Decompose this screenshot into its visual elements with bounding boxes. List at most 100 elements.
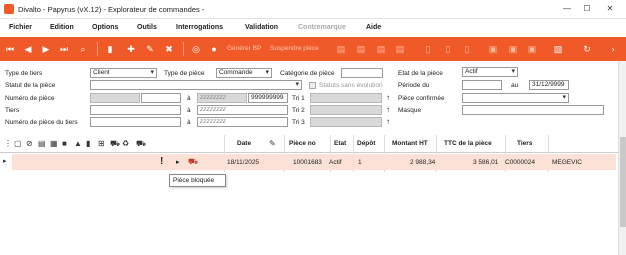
menu-outils[interactable]: Outils — [137, 24, 157, 31]
type-tiers-select[interactable]: Client — [90, 68, 157, 78]
etat-select[interactable]: Actif — [462, 67, 518, 77]
clipboard-icon: ▯ — [425, 44, 431, 54]
blocked-flag-icon[interactable]: ! — [160, 156, 163, 167]
statuts-sans-evolution-checkbox[interactable] — [309, 82, 316, 89]
grid-header: ⋮ ▢ ⊘ ▤ ▦ ■ ▲ ▮ ⊞ ⛟ ♻ ⛟ Date ✎ Pièce no … — [0, 135, 618, 153]
tiers-from-input[interactable] — [90, 105, 181, 115]
print-icon: ▣ — [527, 44, 537, 54]
cell-montant-ht: 2 988,34 — [410, 159, 436, 166]
blocked-piece-tooltip: Pièce bloquée — [169, 174, 226, 187]
column-ttc[interactable]: TTC de la pièce — [444, 140, 492, 147]
cell-depot: 1 — [358, 159, 362, 166]
traffic-light-icon: ▮ — [86, 139, 91, 148]
tri3-select[interactable] — [310, 117, 382, 127]
next-record-icon[interactable]: ▶ — [40, 43, 52, 55]
truck-icon: ⛟ — [110, 139, 121, 148]
numero-tiers-label: Numéro de pièce du tiers — [5, 119, 78, 126]
masque-input[interactable] — [462, 105, 604, 115]
document-icon: ▢ — [14, 139, 22, 148]
menu-validation[interactable]: Validation — [245, 24, 278, 31]
numero-tiers-a-label: à — [187, 119, 191, 126]
cell-ttc: 3 586,01 — [473, 159, 499, 166]
last-record-icon[interactable]: ⏭ — [58, 43, 70, 55]
numero-from-input-gray[interactable] — [90, 93, 140, 103]
menu-options[interactable]: Options — [92, 24, 118, 31]
window-title: Divalto - Papyrus (vX.12) - Explorateur … — [18, 5, 205, 14]
file-icon: ▤ — [38, 139, 46, 148]
statuts-sans-evolution-label: Statuts sans évolution — [319, 82, 383, 89]
type-piece-label: Type de pièce — [164, 70, 205, 77]
numero-tiers-from-input[interactable] — [90, 117, 181, 127]
tri1-label: Tri 1 — [292, 95, 305, 102]
recycle-icon: ♻ — [122, 139, 130, 148]
hierarchy-icon: ⊞ — [98, 139, 105, 148]
maximize-button[interactable]: ☐ — [580, 3, 594, 15]
column-tiers[interactable]: Tiers — [517, 140, 532, 147]
tri1-sort-arrow-icon[interactable]: ↑ — [386, 93, 390, 102]
etat-label: Etat de la pièce — [398, 70, 443, 77]
numero-to-input-gray[interactable]: zzzzzzzz — [197, 93, 247, 103]
expand-row-icon[interactable]: ▸ — [176, 158, 180, 166]
truck-status-icon: ⛟ — [188, 157, 199, 166]
numero-from-input[interactable] — [141, 93, 181, 103]
toolbar: ⏮ ◀ ▶ ⏭ ⌕ ▮ ✚ ✎ ✖ ◎ ● Générer BP Suspend… — [0, 37, 626, 61]
comment-icon[interactable]: ● — [208, 43, 220, 55]
categorie-label: Catégorie de pièce — [280, 70, 335, 77]
paste-icon: ▯ — [464, 44, 470, 54]
filter-form: Type de tiers Client Type de pièce Comma… — [0, 61, 626, 131]
column-piece-no[interactable]: Pièce no — [289, 140, 316, 147]
delete-icon[interactable]: ✖ — [163, 43, 175, 55]
minimize-button[interactable]: — — [560, 3, 574, 15]
search-binoculars-icon[interactable]: ⌕ — [77, 43, 89, 55]
add-icon[interactable]: ✚ — [125, 43, 137, 55]
piece-confirmee-select[interactable] — [462, 93, 569, 103]
type-piece-select[interactable]: Commande — [216, 68, 272, 78]
menu-interrogations[interactable]: Interrogations — [176, 24, 223, 31]
scrollbar-thumb[interactable] — [620, 137, 626, 227]
column-montant-ht[interactable]: Montant HT — [392, 140, 428, 147]
menu-edition[interactable]: Edition — [50, 24, 74, 31]
cell-date: 18/11/2025 — [227, 159, 260, 166]
column-edit-pencil-icon: ✎ — [269, 139, 276, 148]
toolbar-more-icon[interactable]: › — [608, 43, 618, 55]
previous-record-icon[interactable]: ◀ — [22, 43, 34, 55]
pdf-icon[interactable]: ▧ — [552, 43, 564, 55]
tri3-sort-arrow-icon[interactable]: ↑ — [386, 117, 390, 126]
column-date[interactable]: Date — [237, 140, 251, 147]
document-check-icon: ▤ — [395, 44, 405, 54]
truck-delivery-icon: ⛟ — [136, 139, 147, 148]
menu-aide[interactable]: Aide — [366, 24, 381, 31]
masque-label: Masque — [398, 107, 422, 114]
open-icon[interactable]: ▮ — [104, 43, 116, 55]
numero-a-label: à — [187, 95, 191, 102]
column-etat[interactable]: Etat — [334, 140, 346, 147]
column-depot[interactable]: Dépôt — [357, 140, 375, 147]
menu-bar: Fichier Edition Options Outils Interroga… — [0, 19, 626, 37]
vertical-scrollbar[interactable] — [618, 61, 626, 255]
target-icon[interactable]: ◎ — [190, 43, 202, 55]
tri2-select[interactable] — [310, 105, 382, 115]
categorie-input[interactable] — [341, 68, 383, 78]
periode-to-input[interactable]: 31/12/9999 — [529, 80, 569, 90]
cell-tiers: C0000024 — [505, 159, 535, 166]
cell-tiers-name: MEGEVIC — [552, 159, 582, 166]
edit-pencil-icon[interactable]: ✎ — [144, 43, 156, 55]
close-button[interactable]: ✕ — [603, 3, 617, 15]
tri1-select[interactable] — [310, 93, 382, 103]
menu-fichier[interactable]: Fichier — [9, 24, 32, 31]
periode-from-input[interactable] — [462, 80, 502, 90]
app-logo-icon — [4, 4, 14, 14]
first-record-icon[interactable]: ⏮ — [4, 43, 16, 55]
tiers-to-input[interactable]: zzzzzzzz — [197, 105, 288, 115]
toolbar-separator — [183, 42, 184, 56]
refresh-icon[interactable]: ↻ — [581, 43, 593, 55]
select-all-icon[interactable]: ⋮ — [4, 139, 12, 148]
table-row[interactable]: ! ▸ ⛟ 18/11/2025 10001683 Actif 1 2 988,… — [12, 154, 616, 170]
numero-to-input[interactable]: 999999999 — [248, 93, 288, 103]
tri2-sort-arrow-icon[interactable]: ↑ — [386, 105, 390, 114]
tri2-label: Tri 2 — [292, 107, 305, 114]
statut-select[interactable] — [90, 80, 302, 90]
lock-icon: ■ — [62, 139, 67, 148]
numero-piece-label: Numéro de pièce — [5, 95, 55, 102]
numero-tiers-to-input[interactable]: zzzzzzzz — [197, 117, 288, 127]
